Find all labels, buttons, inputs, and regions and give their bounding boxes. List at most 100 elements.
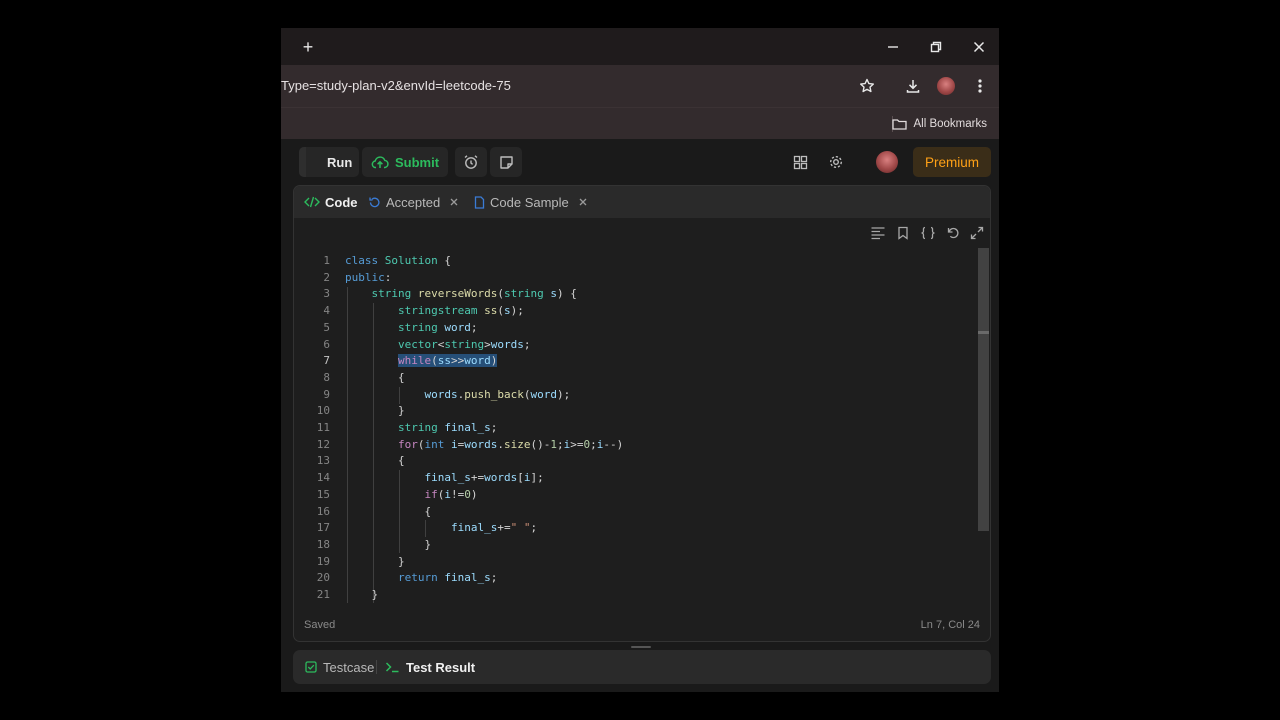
console-panel: Testcase Test Result (293, 650, 991, 684)
minimize-button[interactable] (881, 35, 905, 59)
format-icon[interactable] (870, 226, 886, 240)
bookmarks-bar: All Bookmarks (281, 107, 999, 139)
line-content: { (345, 504, 432, 518)
braces-icon[interactable] (920, 226, 936, 240)
url-field[interactable]: Type=study-plan-v2&envId=leetcode-75 (281, 65, 886, 107)
restore-icon (930, 41, 942, 53)
profile-button[interactable] (934, 74, 958, 98)
line-content: for(int i=words.size()-1;i>=0;i--) (397, 437, 624, 451)
cursor-position: Ln 7, Col 24 (920, 619, 980, 631)
line-content: { (345, 370, 405, 384)
line-number: 1 (323, 254, 330, 267)
line-content: final_s+=words[i]; (424, 471, 544, 485)
line-number: 15 (316, 487, 330, 501)
all-bookmarks-label: All Bookmarks (913, 118, 988, 130)
close-tab-icon[interactable] (449, 197, 459, 207)
tab-code[interactable]: Code (304, 186, 358, 218)
line-number: 3 (323, 287, 330, 301)
line-content: } (345, 588, 379, 601)
code-area[interactable]: 1 class Solution { 2 public: 3 string reve… (294, 253, 979, 603)
line-number: 5 (323, 320, 330, 334)
restore-button[interactable] (924, 35, 948, 59)
close-icon (973, 41, 985, 53)
line-content: while(ss>>word) (345, 353, 498, 370)
tab-accepted[interactable]: Accepted (368, 186, 459, 218)
layout-grid-icon (793, 155, 807, 169)
bookmark-icon[interactable] (896, 226, 910, 240)
tab-code-sample-label: Code Sample (490, 194, 569, 210)
line-content: { (345, 454, 405, 468)
line-number: 9 (323, 387, 330, 401)
line-number: 13 (316, 454, 330, 468)
line-content: if(i!=0) (424, 487, 478, 501)
close-tab-icon[interactable] (578, 197, 588, 207)
line-number: 20 (316, 571, 330, 585)
avatar (876, 151, 898, 173)
line-content: words.push_back(word); (424, 387, 571, 401)
run-button-grip (299, 147, 306, 177)
notes-button[interactable] (490, 147, 522, 177)
tab-code-sample[interactable]: Code Sample (474, 186, 588, 218)
run-label: Run (327, 154, 353, 170)
expand-icon[interactable] (970, 226, 984, 240)
kebab-menu-icon (978, 79, 982, 93)
terminal-icon (385, 662, 399, 673)
submit-button[interactable]: Submit (362, 147, 448, 177)
editor-tab-bar: Code Accepted Code Sample (294, 186, 990, 218)
leetcode-toolbar: Run Submit Premium (281, 139, 999, 186)
downloads-button[interactable] (901, 74, 925, 98)
submit-label: Submit (394, 154, 440, 170)
line-number: 8 (323, 370, 330, 384)
tab-test-result[interactable]: Test Result (385, 650, 475, 684)
tab-testcase-label: Testcase (323, 659, 375, 675)
line-content: stringstream ss(s); (397, 304, 524, 318)
tab-testcase[interactable]: Testcase (305, 650, 374, 684)
settings-button[interactable] (823, 147, 849, 177)
code-icon (304, 196, 320, 208)
close-window-button[interactable] (967, 35, 991, 59)
tab-accepted-label: Accepted (386, 194, 441, 210)
avatar (937, 77, 955, 95)
code-editor-panel: Code Accepted Code Sample 1 class Soluti… (293, 185, 991, 642)
line-content: final_s+=" "; (450, 521, 538, 535)
line-number: 7 (323, 354, 330, 368)
panel-resize-handle[interactable] (631, 646, 651, 648)
cloud-upload-icon (371, 156, 389, 169)
run-button[interactable]: Run (299, 147, 359, 177)
minimize-icon (888, 46, 898, 48)
layout-button[interactable] (787, 147, 813, 177)
checkbox-icon (305, 661, 317, 673)
tab-code-label: Code (325, 194, 358, 210)
download-icon (906, 80, 920, 93)
line-number: 4 (323, 304, 330, 318)
address-bar: Type=study-plan-v2&envId=leetcode-75 (281, 65, 999, 107)
line-number: 14 (316, 471, 330, 485)
line-number: 6 (323, 337, 330, 351)
timer-button[interactable] (455, 147, 487, 177)
line-number: 11 (316, 421, 330, 434)
selected-text: while(ss>>word) (397, 354, 498, 368)
history-icon (369, 197, 380, 207)
tab-divider (376, 660, 377, 674)
new-tab-button[interactable]: + (296, 35, 320, 59)
line-content: vector<string>words; (397, 337, 531, 351)
star-icon (860, 78, 874, 93)
user-avatar-button[interactable] (875, 147, 899, 177)
file-icon (474, 195, 485, 209)
line-number: 2 (323, 270, 330, 284)
bookmark-star-button[interactable] (855, 74, 879, 98)
folder-icon (891, 119, 907, 130)
browser-window: + Type=study-plan-v2&envId=leetcode-75 A… (281, 28, 999, 692)
line-content: return final_s; (397, 571, 498, 585)
reset-icon[interactable] (946, 226, 960, 240)
tab-bar: + (281, 28, 999, 65)
browser-menu-button[interactable] (968, 74, 992, 98)
premium-button[interactable]: Premium (913, 147, 991, 177)
line-content: } (345, 554, 405, 568)
line-number: 18 (316, 537, 330, 551)
save-status: Saved (304, 619, 336, 631)
line-content: } (345, 404, 405, 418)
all-bookmarks-button[interactable]: All Bookmarks (891, 108, 988, 140)
tab-test-result-label: Test Result (406, 659, 476, 675)
editor-scrollbar[interactable] (978, 248, 989, 531)
